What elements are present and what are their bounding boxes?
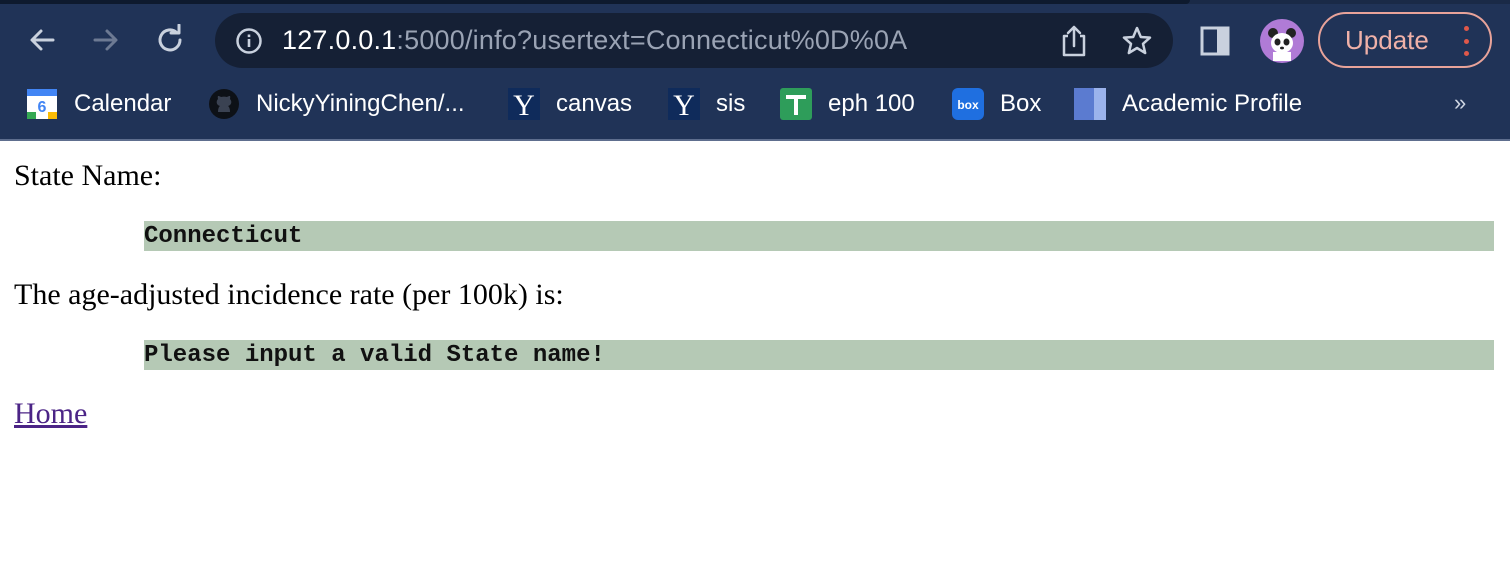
yale-letter: Y	[513, 89, 535, 120]
yale-icon: Y	[668, 88, 700, 120]
bookmark-canvas[interactable]: Y canvas	[508, 82, 632, 126]
state-value-output: Connecticut	[144, 221, 1494, 251]
bookmark-label: Box	[1000, 90, 1042, 117]
bookmark-label: Academic Profile	[1122, 90, 1303, 117]
bookmark-label: sis	[716, 90, 746, 117]
rate-value-output: Please input a valid State name!	[144, 340, 1494, 370]
update-label: Update	[1345, 24, 1429, 55]
back-button[interactable]	[24, 22, 60, 58]
back-arrow-icon	[30, 29, 55, 51]
forward-button[interactable]	[88, 22, 124, 58]
browser-chrome: 127.0.0.1:5000/info?usertext=Connecticut…	[0, 0, 1510, 141]
menu-dots-icon[interactable]	[1464, 26, 1470, 56]
calendar-icon: 6	[26, 88, 58, 120]
update-button[interactable]: Update	[1318, 12, 1492, 68]
bookmark-box[interactable]: box Box	[952, 82, 1041, 126]
address-bar[interactable]: 127.0.0.1:5000/info?usertext=Connecticut…	[215, 13, 1173, 68]
bookmark-label: eph 100	[828, 90, 915, 117]
divider	[0, 139, 1510, 141]
bookmarks-overflow-icon[interactable]: »	[1454, 90, 1466, 116]
bookmark-sis[interactable]: Y sis	[668, 82, 745, 126]
yale-letter: Y	[673, 89, 695, 120]
url-path: :5000/info?usertext=Connecticut%0D%0A	[396, 25, 908, 55]
url-text[interactable]: 127.0.0.1:5000/info?usertext=Connecticut…	[282, 25, 907, 56]
bookmark-academic-profile[interactable]: Academic Profile	[1074, 82, 1302, 126]
bookmark-calendar[interactable]: 6 Calendar	[26, 82, 171, 126]
panda-avatar-icon	[1268, 28, 1296, 61]
bookmark-label: canvas	[556, 90, 633, 117]
bookmark-star-icon[interactable]	[1121, 25, 1153, 57]
box-logo-text: box	[957, 98, 979, 112]
home-link[interactable]: Home	[14, 397, 87, 431]
plus-icon	[780, 88, 812, 120]
profile-icon	[1074, 88, 1106, 120]
bookmark-github[interactable]: NickyYiningChen/...	[208, 82, 465, 126]
share-icon[interactable]	[1059, 25, 1089, 57]
calendar-day: 6	[38, 99, 47, 116]
bookmark-eph100[interactable]: eph 100	[780, 82, 915, 126]
rate-label: The age-adjusted incidence rate (per 100…	[14, 278, 564, 311]
reload-icon	[158, 24, 182, 52]
url-host: 127.0.0.1	[282, 25, 397, 55]
bookmarks-bar: 6 Calendar NickyYiningChen/... Y canvas …	[0, 82, 1510, 126]
site-info-icon[interactable]	[235, 27, 263, 55]
yale-icon: Y	[508, 88, 540, 120]
github-icon	[208, 88, 240, 120]
bookmark-label: NickyYiningChen/...	[256, 90, 465, 117]
forward-arrow-icon	[93, 29, 118, 51]
profile-avatar[interactable]	[1260, 19, 1304, 63]
browser-toolbar: 127.0.0.1:5000/info?usertext=Connecticut…	[0, 4, 1510, 78]
reload-button[interactable]	[152, 22, 188, 58]
bookmark-label: Calendar	[74, 90, 172, 117]
state-name-label: State Name:	[14, 159, 162, 192]
box-icon: box	[952, 88, 984, 120]
side-panel-icon[interactable]	[1200, 26, 1234, 56]
